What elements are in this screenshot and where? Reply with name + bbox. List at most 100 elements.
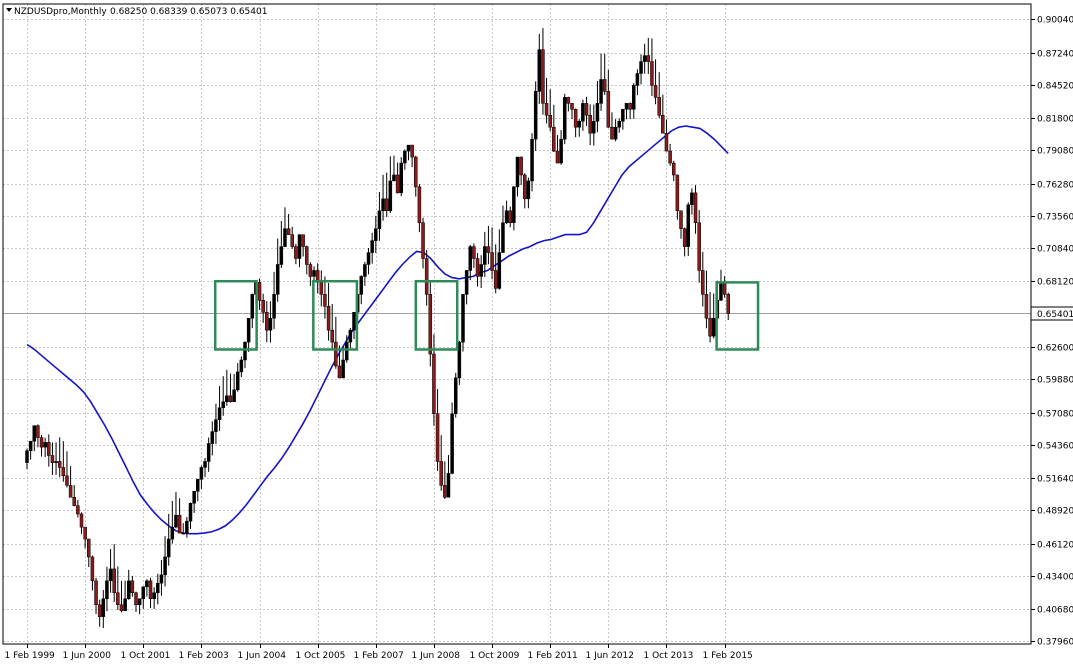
candle-body (592, 120, 596, 134)
candle-body (370, 240, 374, 253)
candle-body (39, 437, 44, 448)
y-tick-label: 0.84520 (1037, 82, 1073, 92)
candle-body (533, 91, 538, 140)
candle-body (148, 580, 153, 599)
candle-body (50, 455, 55, 463)
candle-body (697, 222, 701, 271)
candle-body (283, 228, 287, 247)
x-tick-label: 1 Jun 2000 (63, 651, 112, 661)
candle-body (602, 79, 607, 92)
candle-body (610, 126, 614, 140)
candle-body (337, 365, 342, 379)
y-tick-label: 0.81800 (1037, 115, 1073, 125)
candle-body (617, 120, 621, 128)
candle-body (79, 513, 84, 528)
candle-body (228, 395, 233, 403)
candle-body (359, 276, 364, 295)
candle-body (497, 252, 502, 289)
candle-body (177, 514, 182, 534)
candle-body (134, 592, 138, 605)
candle-body (635, 73, 640, 86)
candle-body (130, 580, 135, 594)
candle-body (450, 413, 454, 474)
y-tick-label: 0.54360 (1037, 442, 1073, 452)
candle-body (97, 604, 102, 617)
candle-body (105, 580, 109, 599)
candle-body (686, 204, 691, 247)
candle-body (392, 174, 396, 182)
candle-body (504, 210, 509, 223)
candle-body (275, 264, 280, 295)
candle-body (483, 246, 487, 265)
candle-body (174, 514, 178, 528)
candle-body (28, 440, 33, 451)
x-tick-label: 1 Oct 2013 (644, 651, 694, 661)
candle-body (217, 407, 222, 420)
candle-body (145, 580, 149, 588)
y-tick-label: 0.37960 (1037, 638, 1073, 648)
candle-body (453, 377, 458, 414)
candle-body (188, 502, 193, 522)
candle-body (261, 300, 265, 313)
candle-body (722, 282, 727, 295)
candle-body (541, 49, 545, 104)
candle-body (530, 138, 534, 182)
candle-body (566, 97, 571, 104)
candle-body (388, 180, 393, 212)
candle-body (395, 174, 400, 194)
candle-body (112, 568, 116, 594)
candle-body (693, 192, 698, 223)
candle-body (399, 162, 403, 194)
candle-body (639, 61, 643, 74)
candle-body (232, 389, 236, 403)
candle-body (301, 234, 305, 247)
candle-body (90, 556, 95, 582)
candle-body (192, 491, 196, 504)
candle-body (414, 156, 418, 188)
y-tick-label: 0.70840 (1037, 245, 1073, 255)
candle-body (570, 103, 574, 110)
y-tick-label: 0.79080 (1037, 147, 1073, 157)
candle-body (595, 103, 600, 122)
candle-body (377, 210, 382, 229)
candle-body (548, 115, 552, 128)
candle-body (108, 568, 113, 582)
candle-body (508, 210, 512, 223)
candle-body (36, 425, 40, 438)
candle-body (159, 574, 164, 584)
y-tick-label: 0.73560 (1037, 213, 1073, 223)
current-price-tag: 0.65401 (1030, 306, 1073, 321)
candle-body (424, 258, 429, 295)
candle-body (185, 520, 189, 534)
candle-body (279, 246, 284, 265)
candle-body (341, 359, 345, 379)
candle-body (166, 538, 171, 558)
candle-body (246, 317, 251, 343)
candle-body (726, 294, 730, 314)
candle-body (54, 461, 58, 463)
candle-body (479, 264, 483, 277)
candle-body (515, 156, 520, 188)
candle-body (628, 103, 632, 110)
x-tick-label: 1 Oct 2005 (296, 651, 346, 661)
candle-body (199, 467, 204, 480)
candle-body (701, 270, 705, 295)
candle-body (243, 341, 247, 361)
candle-body (573, 109, 578, 128)
candle-body (475, 258, 480, 277)
candle-body (326, 306, 331, 331)
candle-body (170, 526, 175, 540)
candle-body (123, 598, 127, 611)
candle-body (126, 580, 131, 599)
candle-body (519, 156, 523, 176)
candle-body (297, 234, 302, 259)
candle-body (711, 317, 716, 337)
candle-body (650, 61, 654, 86)
y-tick-label: 0.48920 (1037, 507, 1073, 517)
y-tick-label: 0.68120 (1037, 278, 1073, 288)
y-tick-label: 0.40680 (1037, 606, 1073, 616)
y-tick-label: 0.87240 (1037, 50, 1073, 60)
candle-body (486, 246, 491, 253)
x-tick-label: 1 Jun 2008 (412, 651, 461, 661)
candle-body (526, 180, 531, 200)
